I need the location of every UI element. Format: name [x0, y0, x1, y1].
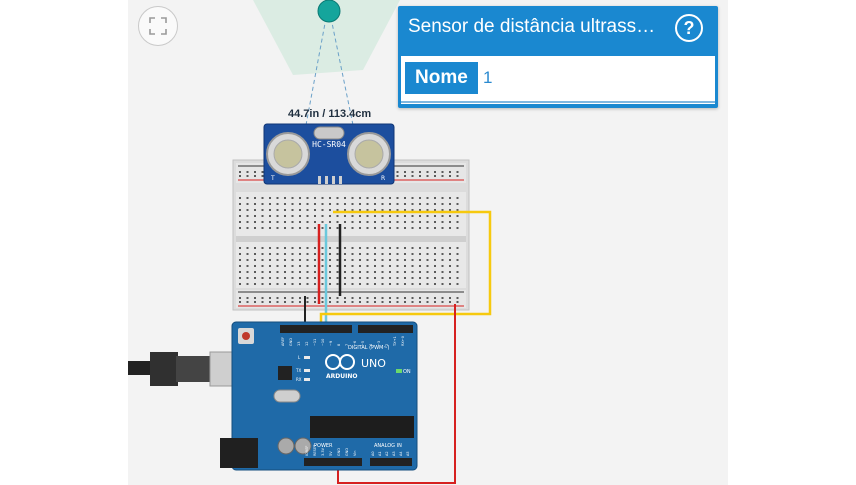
arduino-brand: ARDUINO [326, 373, 357, 380]
digital-pins-13: 2 [385, 344, 389, 346]
analog-pins-0: A0 [371, 451, 375, 456]
pin-echo[interactable] [332, 176, 335, 184]
name-label: Nome [405, 62, 478, 94]
analog-label: ANALOG IN [374, 443, 402, 449]
fit-to-view-button[interactable] [138, 6, 178, 46]
digital-pins-6: ~9 [329, 341, 333, 346]
digital-pins-4: ~11 [313, 339, 317, 346]
power-pins-0: IOREF [305, 446, 309, 456]
on-led [396, 369, 402, 373]
usb-plug [150, 352, 178, 386]
sensor-t-mark: T [270, 175, 275, 182]
sensor-model-label: HC-SR04 [312, 140, 346, 149]
tx-label: TX [295, 368, 301, 373]
analog-pins-4: A4 [399, 451, 403, 456]
usb-chip [278, 366, 292, 380]
capacitor-1 [277, 437, 295, 455]
distance-readout: 44.7in / 113.4cm [288, 108, 372, 120]
digital-pins-2: 13 [297, 342, 301, 346]
rx-led [304, 378, 310, 381]
power-jack [220, 438, 258, 468]
properties-panel: Sensor de distância ultrassô… ? Nome [398, 6, 718, 108]
tx-led [304, 369, 310, 372]
digital-pins-7: 8 [337, 344, 341, 346]
analog-pins-3: A3 [392, 451, 396, 456]
help-icon[interactable]: ? [675, 14, 703, 42]
digital-pins-8: 7 [345, 344, 349, 346]
analog-pins-2: A2 [385, 451, 389, 456]
arduino-uno[interactable]: ARDUINO UNO DIGITAL (PWM~) POWER ANALOG … [220, 321, 418, 471]
digital-pins-14: TX→1 [393, 336, 397, 347]
power-header [304, 458, 362, 466]
l-led [304, 356, 310, 359]
power-pins-6: Vin [353, 450, 357, 456]
digital-header-right [358, 325, 413, 333]
sensor-r-mark: R [381, 175, 385, 182]
power-pins-4: GND [337, 448, 341, 456]
digital-pins-9: ~6 [353, 341, 357, 346]
power-pins-2: 3.3V [321, 447, 325, 456]
circuit-canvas[interactable]: HC-SR04 T R ARDUINO UNO DIGITAL (PWM~) P… [128, 0, 728, 485]
digital-pins-12: ~3 [377, 341, 381, 346]
digital-header-left [280, 325, 352, 333]
on-label: ON [403, 369, 411, 375]
digital-pins-5: ~10 [321, 339, 325, 346]
pin-gnd[interactable] [339, 176, 342, 184]
center-channel [236, 236, 466, 242]
digital-pins-15: RX←0 [401, 336, 405, 346]
analog-header [370, 458, 412, 466]
power-pins-3: 5V [329, 451, 333, 456]
power-pins-1: RESET [313, 444, 317, 456]
panel-title: Sensor de distância ultrassô… [408, 16, 658, 37]
name-input[interactable] [473, 62, 711, 94]
digital-pins-10: ~5 [361, 341, 365, 346]
arduino-model: UNO [361, 357, 386, 370]
rx-label: RX [296, 377, 302, 382]
panel-body: Nome [401, 56, 715, 104]
power-pins-5: GND [345, 448, 349, 456]
pin-trig[interactable] [325, 176, 328, 184]
analog-pins-1: A1 [378, 451, 382, 456]
ultrasonic-sensor[interactable]: HC-SR04 T R [263, 123, 395, 185]
target-object[interactable] [317, 0, 341, 23]
sensor-crystal [313, 126, 345, 140]
digital-pins-0: AREF [281, 337, 285, 346]
digital-pins-1: GND [289, 338, 293, 346]
crystal [273, 389, 301, 403]
pin-vcc[interactable] [318, 176, 321, 184]
fit-to-view-icon [149, 17, 167, 35]
analog-pins-5: A5 [406, 451, 410, 456]
panel-divider [401, 101, 715, 103]
atmega-chip [310, 416, 414, 438]
digital-pins-3: 12 [305, 342, 309, 346]
